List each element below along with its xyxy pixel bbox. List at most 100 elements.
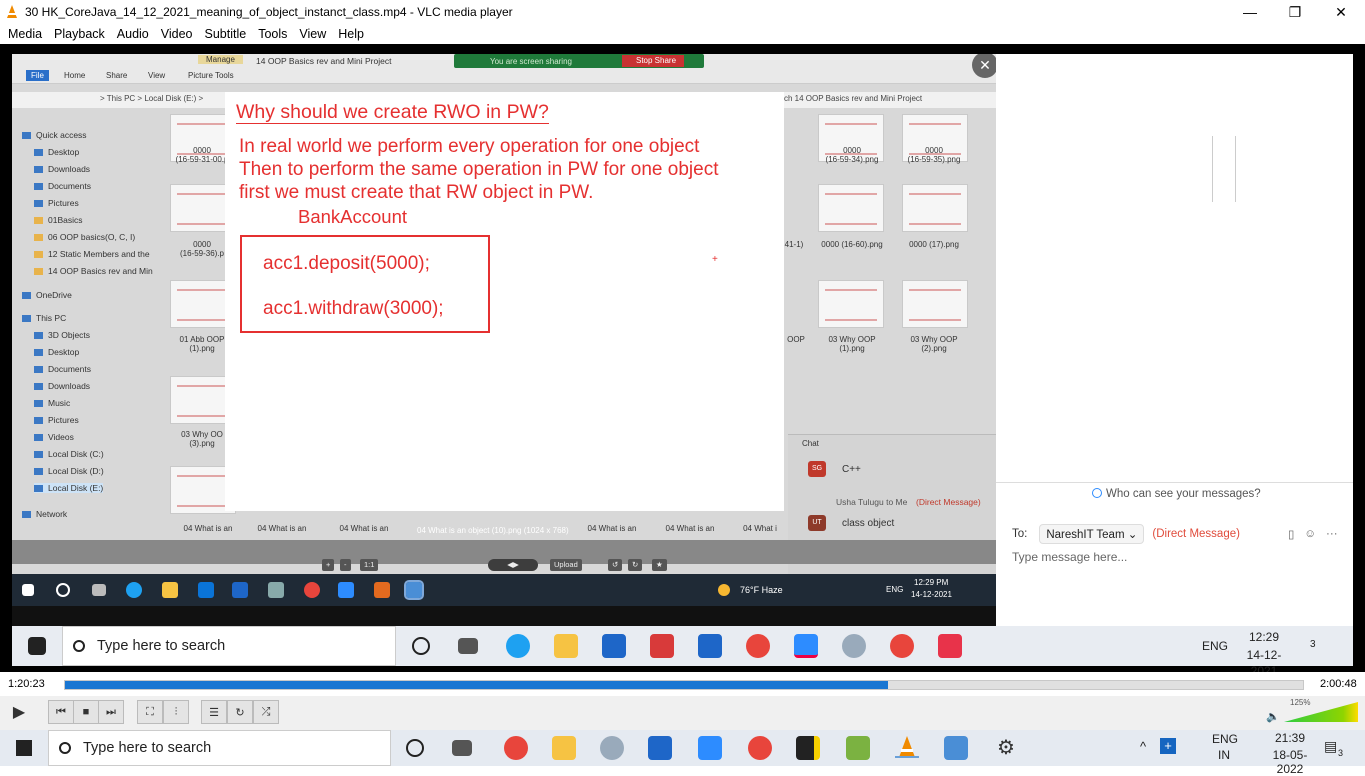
file-thumbnail <box>902 184 968 232</box>
record-icon <box>746 634 770 658</box>
recipient-select[interactable]: NareshIT Team ⌄ <box>1039 524 1145 544</box>
slideshow-icon: ◀▶ <box>488 559 538 571</box>
notepad-icon[interactable] <box>846 736 870 760</box>
rotate-left-icon: ↺ <box>608 559 623 571</box>
menu-audio[interactable]: Audio <box>111 27 155 41</box>
menu-help[interactable]: Help <box>332 27 370 41</box>
chat-from: Usha Tulugu to Me <box>836 497 908 507</box>
code-line-withdraw: acc1.withdraw(3000); <box>263 298 444 319</box>
file-label: 0000 (17).png <box>909 240 959 249</box>
plus-icon[interactable]: + <box>1160 738 1176 754</box>
window-title: 30 HK_CoreJava_14_12_2021_meaning_of_obj… <box>25 5 513 19</box>
shuffle-icon[interactable]: ⤮ <box>253 700 279 724</box>
sticky-notes-icon[interactable] <box>796 736 820 760</box>
volume-label: 125% <box>1290 698 1311 707</box>
seek-slider[interactable] <box>64 680 1304 690</box>
restore-button[interactable]: ❐ <box>1272 0 1318 24</box>
zoom-in-icon: + <box>322 559 335 571</box>
chevron-up-icon[interactable]: ^ <box>1140 739 1146 754</box>
photos-icon[interactable] <box>944 736 968 760</box>
extended-settings-icon[interactable]: ⫶ <box>163 700 189 724</box>
file-thumbnail <box>902 280 968 328</box>
play-icon[interactable]: ▶ <box>6 700 32 724</box>
shared-search-box: Type here to search <box>62 626 396 666</box>
more-icon[interactable]: ··· <box>1326 528 1338 540</box>
notification-badge: 3 <box>1338 748 1344 758</box>
slide-paragraph: In real world we perform every operation… <box>239 135 718 204</box>
loop-icon[interactable]: ↻ <box>227 700 253 724</box>
inner-date: 14-12-2021 <box>911 590 952 599</box>
chat-message: class object <box>842 518 895 529</box>
file-label: 03 Why OOP (1).png <box>828 335 876 353</box>
task-view-icon <box>458 638 478 654</box>
seek-progress <box>65 681 889 689</box>
menu-subtitle[interactable]: Subtitle <box>199 27 253 41</box>
inner-time: 12:29 PM <box>914 578 949 587</box>
gift-icon <box>650 634 674 658</box>
taskbar-search-box[interactable]: Type here to search <box>48 730 391 766</box>
notification-icon[interactable]: ▤ <box>1324 738 1337 755</box>
stop-share-button: Stop Share <box>622 55 684 67</box>
menu-view[interactable]: View <box>293 27 332 41</box>
volume-icon[interactable]: 🔈 <box>1266 710 1280 723</box>
mail-icon <box>232 582 248 598</box>
nav-item: 14 OOP Basics rev and Min <box>34 266 153 276</box>
ribbon-tab-view: View <box>148 71 166 80</box>
close-icon: ✕ <box>972 54 996 78</box>
who-can-see-label: Who can see your messages? <box>1092 488 1261 500</box>
inner-taskbar: 76°F Haze ENG 12:29 PM 14-12-2021 <box>12 574 996 606</box>
menu-media[interactable]: Media <box>2 27 48 41</box>
weather-text: 76°F Haze <box>740 585 783 595</box>
zoom-icon <box>794 634 818 658</box>
nav-item: Videos <box>34 432 74 442</box>
windows-start-icon <box>22 584 34 596</box>
cortana-icon <box>56 583 70 597</box>
minimize-button[interactable]: — <box>1227 0 1273 24</box>
file-label: 0000 (16-60).png <box>821 240 883 249</box>
nav-item: Documents <box>34 364 91 374</box>
record-icon[interactable] <box>748 736 772 760</box>
nav-item: Downloads <box>34 381 90 391</box>
actual-size-button: 1:1 <box>360 559 379 571</box>
file-explorer-icon <box>162 582 178 598</box>
task-view-icon[interactable] <box>452 740 472 756</box>
menu-video[interactable]: Video <box>155 27 199 41</box>
chevron-down-icon: ⌄ <box>1127 529 1138 541</box>
previous-icon[interactable]: ⏮ <box>48 700 74 724</box>
emoji-icon[interactable]: ☺ <box>1304 528 1316 540</box>
recipient-row: To: NareshIT Team ⌄ (Direct Message) ▯ ☺… <box>1012 524 1338 544</box>
ribbon-tab-file: File <box>26 70 49 81</box>
chrome-icon[interactable] <box>504 736 528 760</box>
search-icon <box>73 640 85 652</box>
stop-icon[interactable]: ■ <box>73 700 99 724</box>
slide-heading: Why should we create RWO in PW? <box>236 101 549 124</box>
snipping-icon[interactable] <box>600 736 624 760</box>
vlc-cone-icon[interactable] <box>895 734 919 758</box>
task-view-icon <box>92 584 106 596</box>
file-label: 04 What is an <box>339 524 389 533</box>
cortana-icon <box>412 637 430 655</box>
message-input[interactable]: Type message here... <box>1012 550 1127 564</box>
taskbar-date[interactable]: 18-05-2022 <box>1260 748 1320 776</box>
language[interactable]: ENG <box>1212 732 1238 746</box>
menu-playback[interactable]: Playback <box>48 27 111 41</box>
next-icon[interactable]: ⏭ <box>98 700 124 724</box>
cortana-icon[interactable] <box>406 739 424 757</box>
nav-this-pc: This PC <box>22 313 66 323</box>
windows-start-icon[interactable] <box>16 740 32 756</box>
zoom-icon[interactable] <box>698 736 722 760</box>
file-explorer-icon[interactable] <box>552 736 576 760</box>
playlist-icon[interactable]: ☰ <box>201 700 227 724</box>
menu-tools[interactable]: Tools <box>252 27 293 41</box>
gear-icon[interactable]: ⚙ <box>994 736 1018 760</box>
close-button[interactable]: ✕ <box>1318 0 1364 24</box>
store-icon[interactable] <box>648 736 672 760</box>
screen-sharing-label: You are screen sharing <box>490 56 572 66</box>
slide-line: first we must create that RW object in P… <box>239 182 594 203</box>
nav-item: Music <box>34 398 70 408</box>
file-icon[interactable]: ▯ <box>1288 527 1294 541</box>
fullscreen-icon[interactable]: ⛶ <box>137 700 163 724</box>
vlc-cone-icon <box>7 5 17 18</box>
taskbar-time[interactable]: 21:39 <box>1260 731 1320 745</box>
chat-direct: (Direct Message) <box>916 497 981 507</box>
